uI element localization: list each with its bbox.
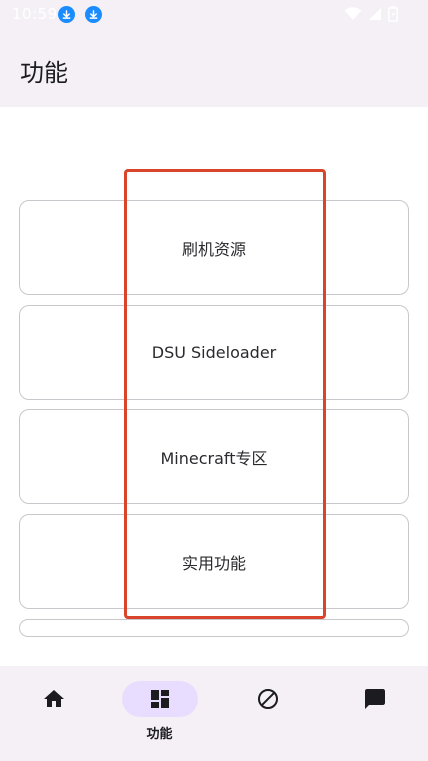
card-label: DSU Sideloader (151, 343, 277, 362)
card-flash-resources[interactable]: 刷机资源 (19, 200, 409, 295)
nav-label: 功能 (146, 727, 173, 742)
page-title: 功能 (20, 59, 68, 87)
card-label: 实用功能 (181, 553, 246, 573)
card-label: 刷机资源 (181, 239, 246, 259)
block-icon (257, 689, 278, 709)
card-label: Minecraft专区 (160, 448, 268, 468)
battery-icon (388, 6, 398, 22)
status-icons (344, 6, 398, 22)
home-icon (43, 690, 64, 707)
dashboard-icon (150, 690, 169, 708)
card-dsu-sideloader[interactable]: DSU Sideloader (19, 305, 409, 400)
card-utilities[interactable]: 实用功能 (19, 514, 409, 609)
nav-chat[interactable] (321, 666, 428, 761)
download-icon (58, 6, 75, 23)
signal-icon (369, 8, 381, 20)
bottom-nav: 功能 (0, 666, 428, 761)
chat-icon (364, 689, 385, 709)
wifi-icon (344, 7, 362, 20)
download-icon (85, 6, 102, 23)
nav-features[interactable]: 功能 (106, 666, 213, 761)
card-minecraft[interactable]: Minecraft专区 (19, 409, 409, 504)
card-partial[interactable] (19, 619, 409, 637)
nav-block[interactable] (214, 666, 321, 761)
status-time: 10:59 (12, 5, 58, 23)
nav-home[interactable] (0, 666, 107, 761)
app-bar: 功能 (0, 30, 428, 107)
status-bar: 10:59 (0, 0, 428, 30)
